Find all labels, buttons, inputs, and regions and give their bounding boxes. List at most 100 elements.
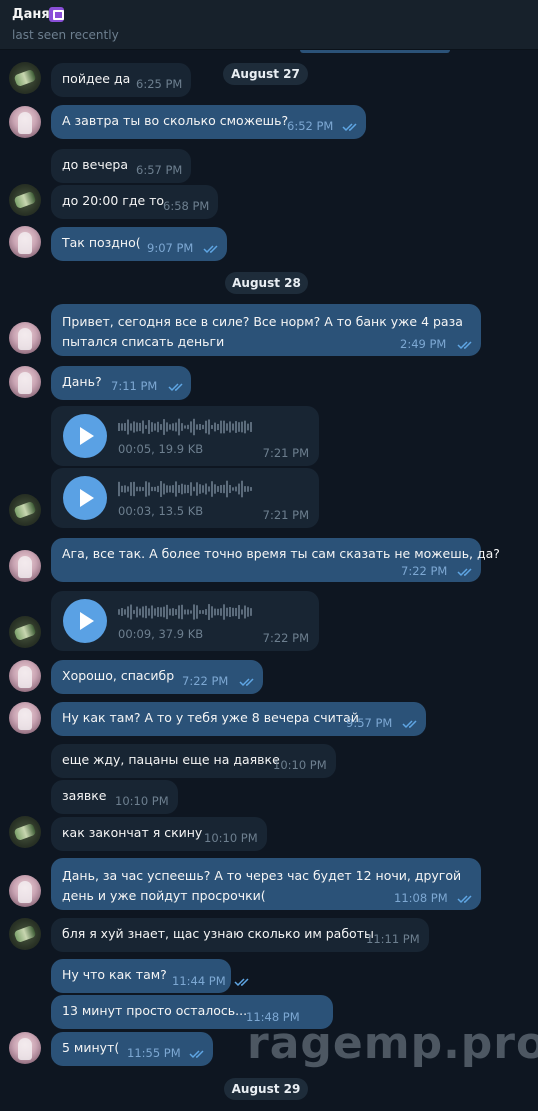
waveform-bar <box>127 486 129 492</box>
waveform-bar <box>184 484 186 494</box>
waveform-bar <box>142 420 144 434</box>
message-time: 11:08 PM <box>394 891 448 905</box>
message-time: 2:49 PM <box>400 337 447 351</box>
message-text: как закончат я скину <box>62 825 203 840</box>
waveform-bar <box>145 605 147 619</box>
voice-message[interactable]: 00:03, 13.5 KB 7:21 PM <box>51 468 319 528</box>
avatar[interactable] <box>9 616 41 648</box>
waveform[interactable] <box>118 478 253 500</box>
waveform-bar <box>241 609 243 615</box>
avatar[interactable] <box>9 226 41 258</box>
message-bubble[interactable]: заявке 10:10 PM <box>51 780 178 814</box>
waveform-bar <box>166 604 168 620</box>
message-bubble[interactable]: Так поздно( 9:07 PM <box>51 227 227 261</box>
waveform-bar <box>118 423 120 431</box>
waveform-bar <box>196 424 198 430</box>
message-bubble[interactable]: Ну как там? А то у тебя уже 8 вечера счи… <box>51 702 426 736</box>
message-bubble[interactable]: Ну что как там? 11:44 PM <box>51 959 249 993</box>
message-bubble[interactable]: Хорошо, спасибр 7:22 PM <box>51 660 263 694</box>
waveform-bar <box>172 485 174 493</box>
waveform[interactable] <box>118 601 253 623</box>
message-bubble[interactable]: бля я хуй знает, щас узнаю сколько им ра… <box>51 918 429 952</box>
message-bubble[interactable]: еще жду, пацаны еще на даявке 10:10 PM <box>51 744 336 778</box>
avatar[interactable] <box>9 322 41 354</box>
waveform-bar <box>190 610 192 614</box>
avatar[interactable] <box>9 816 41 848</box>
waveform[interactable] <box>118 416 253 438</box>
play-icon[interactable] <box>63 599 107 643</box>
waveform-bar <box>211 425 213 429</box>
waveform-bar <box>229 606 231 618</box>
message-bubble[interactable]: как закончат я скину 10:10 PM <box>51 817 267 851</box>
waveform-bar <box>154 423 156 431</box>
avatar[interactable] <box>9 1032 41 1064</box>
message-time: 10:10 PM <box>115 794 169 808</box>
date-separator: August 28 <box>225 272 308 294</box>
message-bubble[interactable]: до вечера 6:57 PM <box>51 149 191 183</box>
avatar[interactable] <box>9 366 41 398</box>
avatar[interactable] <box>9 702 41 734</box>
message-bubble[interactable]: до 20:00 где то 6:58 PM <box>51 185 218 219</box>
voice-message[interactable]: 00:05, 19.9 KB 7:21 PM <box>51 406 319 466</box>
waveform-bar <box>223 484 225 494</box>
waveform-bar <box>226 607 228 617</box>
waveform-bar <box>163 606 165 618</box>
waveform-bar <box>160 424 162 430</box>
avatar[interactable] <box>9 660 41 692</box>
avatar[interactable] <box>9 875 41 907</box>
chat-header[interactable]: Даня last seen recently <box>0 0 538 53</box>
avatar[interactable] <box>9 106 41 138</box>
message-text: А завтра ты во сколько сможешь? <box>62 113 289 128</box>
waveform-bar <box>130 423 132 431</box>
voice-message[interactable]: 00:09, 37.9 KB 7:22 PM <box>51 591 319 651</box>
avatar[interactable] <box>9 918 41 950</box>
message-bubble[interactable]: Дань, за час успеешь? А то через час буд… <box>51 858 481 910</box>
waveform-bar <box>247 607 249 617</box>
waveform-bar <box>217 486 219 492</box>
avatar[interactable] <box>9 550 41 582</box>
date-separator: August 27 <box>223 63 308 85</box>
message-bubble[interactable]: А завтра ты во сколько сможешь? 6:52 PM <box>51 105 366 139</box>
contact-name[interactable]: Даня <box>12 7 50 22</box>
message-time: 9:57 PM <box>346 716 393 730</box>
waveform-bar <box>250 608 252 616</box>
read-check-icon <box>342 122 360 132</box>
avatar[interactable] <box>9 494 41 526</box>
play-icon[interactable] <box>63 476 107 520</box>
waveform-bar <box>190 421 192 433</box>
waveform-bar <box>235 486 237 492</box>
waveform-bar <box>166 485 168 493</box>
waveform-bar <box>133 421 135 433</box>
read-check-icon <box>457 340 475 350</box>
voice-duration: 00:05, 19.9 KB <box>118 442 204 456</box>
message-text: Ага, все так. А более точно время ты сам… <box>62 546 500 561</box>
play-icon[interactable] <box>63 414 107 458</box>
waveform-bar <box>145 425 147 429</box>
message-bubble[interactable]: Ага, все так. А более точно время ты сам… <box>51 538 500 582</box>
message-time: 6:52 PM <box>287 119 334 133</box>
avatar[interactable] <box>9 62 41 94</box>
waveform-bar <box>178 485 180 493</box>
message-bubble[interactable]: Дань? 7:11 PM <box>51 366 191 400</box>
waveform-bars <box>118 480 252 498</box>
message-bubble[interactable]: Привет, сегодня все в силе? Все норм? А … <box>51 304 481 356</box>
waveform-bar <box>214 422 216 432</box>
message-time: 7:21 PM <box>262 446 309 460</box>
read-check-icon <box>457 894 475 904</box>
waveform-bar <box>142 487 144 491</box>
waveform-bar <box>121 485 123 493</box>
waveform-bar <box>166 422 168 432</box>
waveform-bar <box>208 419 210 435</box>
message-text: пойдее да <box>62 71 131 86</box>
waveform-bar <box>172 608 174 616</box>
waveform-bar <box>193 418 195 436</box>
read-check-icon <box>203 244 221 254</box>
message-bubble[interactable]: 5 минут( 11:55 PM <box>51 1032 213 1066</box>
waveform-bar <box>217 608 219 616</box>
avatar[interactable] <box>9 184 41 216</box>
message-text: 13 минут просто осталось... <box>62 1003 248 1018</box>
waveform-bar <box>121 423 123 431</box>
waveform-bar <box>235 421 237 433</box>
message-bubble[interactable]: пойдее да 6:25 PM <box>51 63 191 97</box>
waveform-bar <box>226 480 228 498</box>
